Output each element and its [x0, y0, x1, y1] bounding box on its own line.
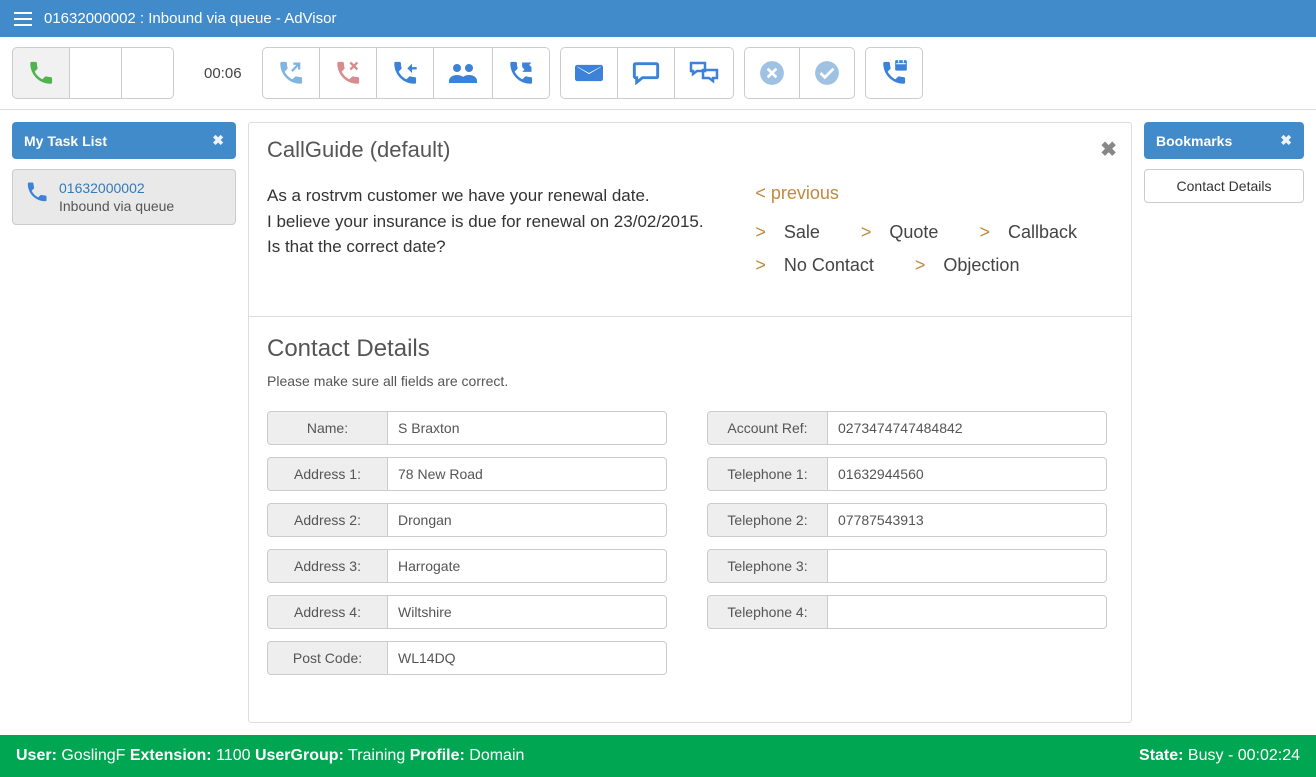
script-text: As a rostrvm customer we have your renew… [267, 183, 704, 260]
end-call-button[interactable] [320, 47, 377, 99]
label-tel4: Telephone 4: [707, 595, 827, 629]
input-telephone-2[interactable] [827, 503, 1107, 537]
input-name[interactable] [387, 411, 667, 445]
email-button[interactable] [560, 47, 618, 99]
status-ug-label: UserGroup: [255, 747, 344, 764]
label-tel2: Telephone 2: [707, 503, 827, 537]
status-state-value: Busy - 00:02:24 [1188, 747, 1300, 764]
answer-call-button[interactable] [12, 47, 70, 99]
menu-icon[interactable] [14, 12, 32, 26]
label-addr3: Address 3: [267, 549, 387, 583]
input-account-ref[interactable] [827, 411, 1107, 445]
label-acct: Account Ref: [707, 411, 827, 445]
label-name: Name: [267, 411, 387, 445]
task-list-title: My Task List [24, 133, 107, 149]
nav-callback[interactable]: >Callback [979, 222, 1095, 242]
guide-nav: < previous >Sale >Quote >Callback >No Co… [755, 183, 1113, 288]
status-pf-label: Profile: [410, 747, 465, 764]
task-list-header: My Task List ✖ [12, 122, 236, 159]
input-addr4[interactable] [387, 595, 667, 629]
status-pf-value: Domain [469, 747, 524, 764]
nav-previous[interactable]: < previous [755, 183, 1113, 204]
task-item[interactable]: 01632000002 Inbound via queue [12, 169, 236, 225]
label-post: Post Code: [267, 641, 387, 675]
label-addr4: Address 4: [267, 595, 387, 629]
conference-button[interactable] [434, 47, 493, 99]
chats-button[interactable] [675, 47, 734, 99]
close-icon[interactable]: ✖ [1100, 137, 1117, 162]
contact-details-heading: Contact Details [267, 335, 1113, 363]
bookmark-contact-details[interactable]: Contact Details [1144, 169, 1304, 203]
task-number: 01632000002 [59, 180, 174, 196]
status-bar: User: GoslingF Extension: 1100 UserGroup… [0, 735, 1316, 777]
outbound-call-button[interactable] [262, 47, 320, 99]
input-postcode[interactable] [387, 641, 667, 675]
label-addr2: Address 2: [267, 503, 387, 537]
bookmarks-title: Bookmarks [1156, 133, 1232, 149]
status-ext-label: Extension: [130, 747, 212, 764]
label-addr1: Address 1: [267, 457, 387, 491]
schedule-call-button[interactable] [865, 47, 923, 99]
input-telephone-4[interactable] [827, 595, 1107, 629]
label-tel1: Telephone 1: [707, 457, 827, 491]
confirm-button[interactable] [800, 47, 855, 99]
nav-sale[interactable]: >Sale [755, 222, 838, 242]
input-telephone-3[interactable] [827, 549, 1107, 583]
toolbar: 00:06 [0, 37, 1316, 110]
phone-icon [25, 180, 49, 204]
status-state-label: State: [1139, 747, 1183, 764]
status-ug-value: Training [348, 747, 405, 764]
task-sub: Inbound via queue [59, 198, 174, 214]
transfer-call-button[interactable] [377, 47, 434, 99]
title-bar: 01632000002 : Inbound via queue - AdViso… [0, 0, 1316, 37]
status-ext-value: 1100 [216, 747, 250, 764]
bookmarks-header: Bookmarks ✖ [1144, 122, 1304, 159]
redial-button[interactable] [493, 47, 550, 99]
blank-button-2[interactable] [122, 47, 174, 99]
input-addr1[interactable] [387, 457, 667, 491]
call-timer: 00:06 [204, 65, 242, 82]
input-addr3[interactable] [387, 549, 667, 583]
status-user-value: GoslingF [61, 747, 125, 764]
nav-nocontact[interactable]: >No Contact [755, 255, 892, 275]
contact-details-sub: Please make sure all fields are correct. [267, 373, 1113, 389]
window-title: 01632000002 : Inbound via queue - AdViso… [44, 10, 336, 27]
guide-title: CallGuide (default) [267, 137, 1113, 163]
blank-button-1[interactable] [70, 47, 122, 99]
label-tel3: Telephone 3: [707, 549, 827, 583]
nav-objection[interactable]: >Objection [915, 255, 1038, 275]
input-addr2[interactable] [387, 503, 667, 537]
status-user-label: User: [16, 747, 57, 764]
close-icon[interactable]: ✖ [212, 132, 224, 149]
chat-button[interactable] [618, 47, 675, 99]
input-telephone-1[interactable] [827, 457, 1107, 491]
cancel-button[interactable] [744, 47, 800, 99]
main-area: My Task List ✖ 01632000002 Inbound via q… [0, 110, 1316, 735]
close-icon[interactable]: ✖ [1280, 132, 1292, 149]
nav-quote[interactable]: >Quote [861, 222, 957, 242]
